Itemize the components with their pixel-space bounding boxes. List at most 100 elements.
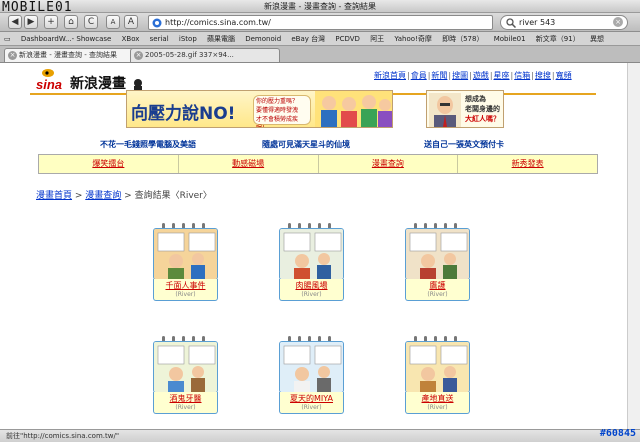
bookmark-item[interactable]: 蘋果電腦 [207,35,235,43]
clear-search-icon[interactable]: × [613,17,623,27]
vertical-scrollbar[interactable] [627,63,640,429]
toplink[interactable]: 寬頻 [556,71,572,80]
breadcrumb-separator: > [72,191,86,201]
banner2-line: 大紅人嗎？ [465,115,500,123]
bookmark-item[interactable]: Yahoo!奇摩 [394,35,431,43]
bookmark-item[interactable]: 阿王 [370,35,384,43]
comic-thumbnail[interactable] [153,228,218,280]
banner-line: 你的壓力重嗎？ [256,98,299,105]
search-field[interactable]: river 543 × [500,15,628,30]
address-bar[interactable]: http://comics.sina.com.tw/ [148,15,493,30]
comic-cover-illustration [406,342,469,392]
close-tab-icon[interactable]: × [134,51,143,60]
comic-cover-illustration [280,342,343,392]
comic-title-link[interactable]: 鷹護 [406,280,469,291]
banner2-line: 想成為 [465,95,486,103]
comic-caption: 酒鬼牙醫 (River) [153,392,218,414]
bookmark-item[interactable]: 異想 [590,35,604,43]
category-menu: 爆笑擂台 動感磁場 漫畫查詢 新秀發表 [38,154,598,174]
comic-author: (River) [301,404,322,411]
bookmarks-book-icon[interactable]: ▭ [4,35,11,43]
comic-thumbnail[interactable] [279,228,344,280]
promo-link[interactable]: 不花一毛錢照學電腦及美語 [100,139,196,150]
comic-author: (River) [175,291,196,298]
search-text: river 543 [519,18,556,27]
comic-result-card[interactable]: 千面人事件 (River) [148,223,223,303]
close-tab-icon[interactable]: × [8,51,17,60]
comic-thumbnail[interactable] [405,228,470,280]
comic-result-card[interactable]: 夏天的MIYA (River) [274,336,349,416]
comic-title-link[interactable]: 產地直送 [406,393,469,404]
toplink[interactable]: 新浪首頁 [374,71,406,80]
toplink[interactable]: 會員 [411,71,427,80]
boss-ad-banner[interactable]: 想成為 老闆身邊的 大紅人嗎？ [426,90,504,128]
address-text: http://comics.sina.com.tw/ [165,18,271,27]
menu-item-dynamic[interactable]: 動感磁場 [179,155,319,173]
comic-thumbnail[interactable] [405,341,470,393]
banner2-text: 想成為 老闆身邊的 大紅人嗎？ [465,94,500,124]
menu-item-newcomer[interactable]: 新秀發表 [458,155,597,173]
comic-author: (River) [427,404,448,411]
home-button[interactable]: ⌂ [64,15,78,29]
comic-thumbnail[interactable] [279,341,344,393]
toplink[interactable]: 信箱 [514,71,530,80]
bookmark-item[interactable]: eBay 台灣 [291,35,325,43]
bookmark-item[interactable]: XBox [122,35,140,43]
bookmark-item[interactable]: PCDVD [335,35,360,43]
toplink[interactable]: 星座 [494,71,510,80]
toplink[interactable]: 新聞 [431,71,447,80]
comic-result-card[interactable]: 產地直送 (River) [400,336,475,416]
comic-author: (River) [427,291,448,298]
bookmark-item[interactable]: Demonoid [245,35,281,43]
banner-man-portrait [429,93,461,127]
back-button[interactable]: ◀ [8,15,22,29]
toplink[interactable]: 搜搜 [535,71,551,80]
comic-caption: 肉腸風場 (River) [279,279,344,301]
comic-cover-illustration [406,229,469,279]
menu-item-jokes[interactable]: 爆笑擂台 [39,155,179,173]
window-title: 新浪漫畫 - 漫畫查詢 - 查詢結果 [264,2,376,11]
tab-gif-image[interactable]: × 2005-05-28.gif 337×94... [130,48,280,62]
breadcrumb-home-link[interactable]: 漫畫首頁 [36,191,72,201]
status-bar: 前往"http://comics.sina.com.tw/" [0,429,640,442]
text-larger-button[interactable]: A [124,15,138,29]
bookmark-item[interactable]: iStop [179,35,197,43]
promo-link[interactable]: 隨處可見滿天星斗的仙境 [262,139,350,150]
comic-caption: 夏天的MIYA (River) [279,392,344,414]
comic-result-card[interactable]: 酒鬼牙醫 (River) [148,336,223,416]
comic-title-link[interactable]: 肉腸風場 [280,280,343,291]
bookmark-item[interactable]: 即時（578） [442,35,483,43]
text-smaller-button[interactable]: A [106,15,120,29]
banner-speech-bubble: 你的壓力重嗎？ 要懂得適時發洩 才不會積勞成疾喔！ [253,95,311,127]
comic-result-card[interactable]: 鷹護 (River) [400,223,475,303]
breadcrumb: 漫畫首頁 > 漫畫查詢 > 查詢結果〈River〉 [36,188,212,201]
banner-headline: 向壓力說NO! [131,104,236,124]
toplink[interactable]: 遊戲 [473,71,489,80]
comic-title-link[interactable]: 千面人事件 [154,280,217,291]
bookmark-item[interactable]: 新文章（91） [536,35,580,43]
comic-author: (River) [301,291,322,298]
bookmark-item[interactable]: Mobile01 [494,35,526,43]
svg-text:sina: sina [36,77,62,92]
toplink[interactable]: 搜圖 [452,71,468,80]
reload-button[interactable]: C [84,15,98,29]
comic-thumbnail[interactable] [153,341,218,393]
breadcrumb-query-link[interactable]: 漫畫查詢 [85,191,121,201]
site-favicon-icon [152,18,162,28]
comic-title-link[interactable]: 酒鬼牙醫 [154,393,217,404]
comic-cover-illustration [280,229,343,279]
bookmark-item[interactable]: DashboardW...- Showcase [21,35,112,43]
tab-label: 2005-05-28.gif 337×94... [145,51,234,59]
stress-ad-banner[interactable]: 向壓力說NO! 你的壓力重嗎？ 要懂得適時發洩 才不會積勞成疾喔！ [126,90,393,128]
web-content: sina 新浪漫畫 新浪首頁|會員|新聞|搜圖|遊戲|星座|信箱|搜搜|寬頻 向… [0,63,640,429]
post-counter: #60845 [599,428,636,439]
add-bookmark-button[interactable]: + [44,15,58,29]
bookmark-item[interactable]: serial [150,35,169,43]
window-titlebar: 新浪漫畫 - 漫畫查詢 - 查詢結果 [0,0,640,13]
comic-title-link[interactable]: 夏天的MIYA [280,393,343,404]
forward-button[interactable]: ▶ [24,15,38,29]
promo-link[interactable]: 送自己一張英文預付卡 [424,139,504,150]
banner-people-illustration [315,91,392,127]
comic-result-card[interactable]: 肉腸風場 (River) [274,223,349,303]
menu-item-search[interactable]: 漫畫查詢 [319,155,459,173]
